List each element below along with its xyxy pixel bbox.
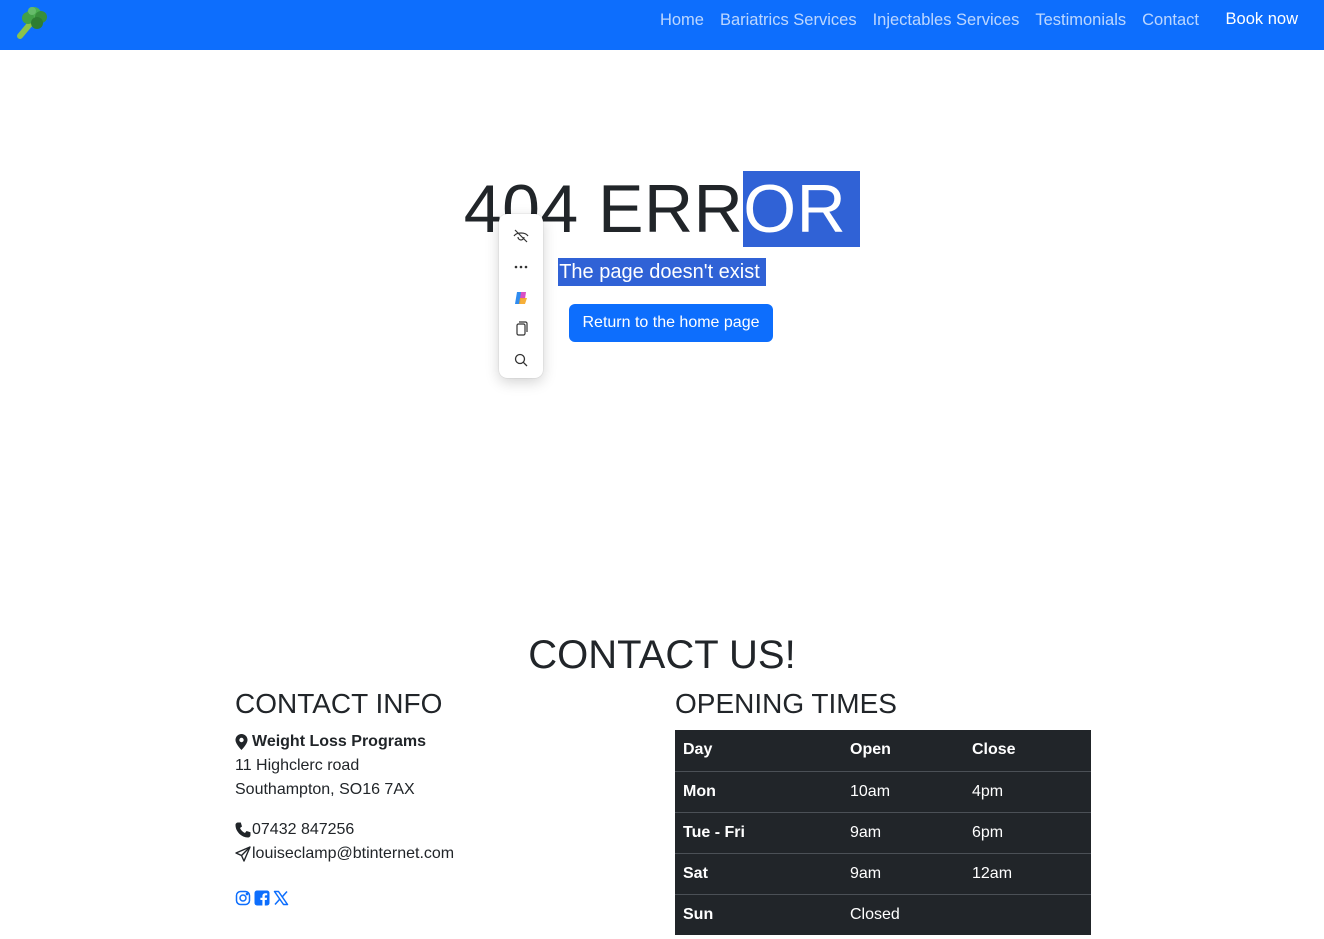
error-subtitle: The page doesn't exist [558,258,766,286]
col-header-open: Open [842,730,964,772]
email-address[interactable]: louiseclamp@btinternet.com [252,842,454,866]
cell-close: 12am [964,853,1091,895]
broccoli-icon[interactable] [14,3,52,39]
contact-heading: CONTACT US! [528,633,796,677]
cell-open: 9am [842,812,964,854]
cell-close: 4pm [964,771,1091,813]
x-twitter-icon[interactable] [273,890,289,906]
error-title-selected: OR [743,171,861,247]
cell-day: Sun [683,905,714,923]
paper-plane-icon [235,846,251,862]
nav-link-home[interactable]: Home [660,10,704,30]
phone-line: 07432 847256 [235,818,655,842]
hide-icon[interactable] [507,222,535,249]
address-line-2: Southampton, SO16 7AX [235,781,415,798]
nav-link-bariatrics[interactable]: Bariatrics Services [720,10,857,30]
book-now-link[interactable]: Book now [1226,9,1298,29]
col-header-close: Close [964,730,1091,772]
cell-open: 10am [842,771,964,813]
more-icon[interactable] [507,253,535,280]
facebook-icon[interactable] [254,890,270,906]
copilot-icon[interactable] [507,284,535,311]
table-row: Sat 9am 12am [675,853,1091,895]
search-icon[interactable] [507,347,535,374]
top-navbar: Home Bariatrics Services Injectables Ser… [0,0,1324,50]
cell-close [964,894,1091,935]
cell-open: 9am [842,853,964,895]
col-header-day: Day [675,730,842,772]
cell-open: Closed [850,905,900,923]
table-row: Sun Closed [675,894,1091,935]
cell-day: Sat [675,853,842,895]
contact-info-column: CONTACT INFO Weight Loss Programs 11 Hig… [235,686,655,906]
business-name: Weight Loss Programs [252,733,426,750]
email-line: louiseclamp@btinternet.com [235,842,655,866]
instagram-icon[interactable] [235,890,251,906]
address-line-1: 11 Highclerc road [235,757,360,774]
phone-number[interactable]: 07432 847256 [252,818,354,842]
phone-icon [235,822,251,838]
return-home-button[interactable]: Return to the home page [569,304,773,342]
table-header-row: Day Open Close [675,730,1091,772]
contact-info-title: CONTACT INFO [235,688,443,719]
opening-times-table: Day Open Close Mon 10am 4pm Tue - Fri 9a… [675,730,1091,935]
opening-times-column: OPENING TIMES Day Open Close Mon 10am 4p… [675,686,1091,935]
cell-day: Mon [675,771,842,813]
nav-links: Home Bariatrics Services Injectables Ser… [660,10,1199,30]
copy-icon[interactable] [507,316,535,343]
opening-times-title: OPENING TIMES [675,688,897,719]
nav-link-injectables[interactable]: Injectables Services [873,10,1020,30]
error-subtitle-wrap: The page doesn't exist [0,258,1324,286]
table-row: Mon 10am 4pm [675,771,1091,813]
table-row: Tue - Fri 9am 6pm [675,812,1091,854]
nav-link-contact[interactable]: Contact [1142,10,1199,30]
cell-close: 6pm [964,812,1091,854]
error-title-wrap: 404 ERROR [0,168,1324,250]
cell-day: Tue - Fri [675,812,842,854]
selection-toolbar [499,214,543,378]
business-name-line: Weight Loss Programs [235,730,655,754]
map-pin-icon [235,734,249,750]
social-links [235,890,655,906]
nav-link-testimonials[interactable]: Testimonials [1035,10,1126,30]
